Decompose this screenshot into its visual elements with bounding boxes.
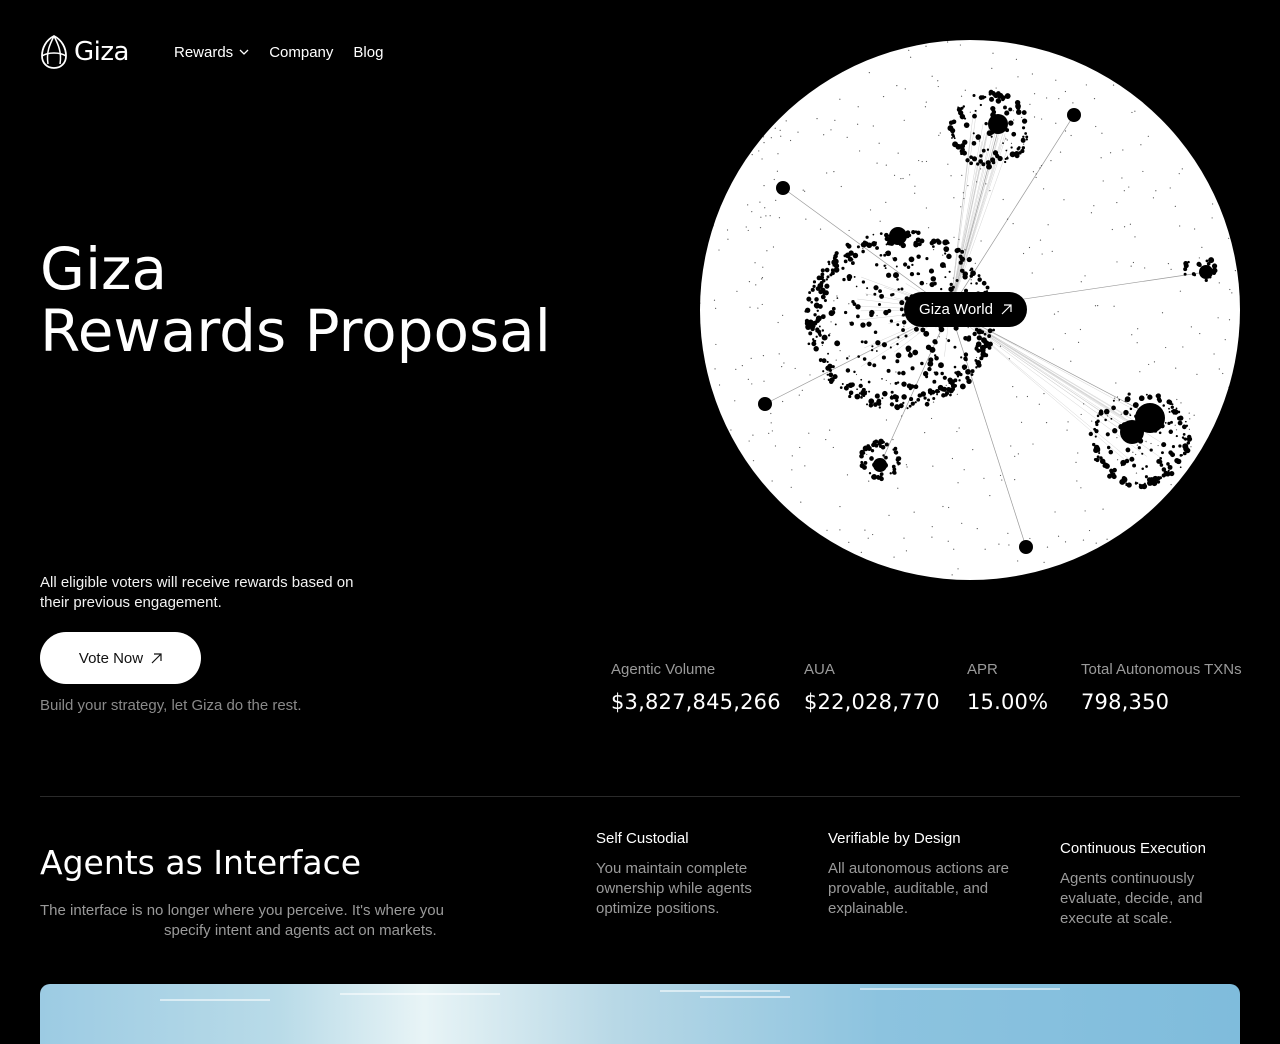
vote-now-button[interactable]: Vote Now	[40, 632, 201, 684]
feature-title: Continuous Execution	[1060, 840, 1206, 857]
nav-item-label: Rewards	[174, 44, 234, 61]
agents-title: Agents as Interface	[40, 843, 362, 882]
agents-desc-line2: specify intent and agents act on markets…	[164, 922, 437, 939]
feature-continuous-execution: Continuous Execution Agents continuously…	[1060, 840, 1250, 929]
hero-title-line2: Rewards Proposal	[40, 297, 551, 365]
stat-value: $3,827,845,266	[611, 690, 781, 714]
feature-self-custodial: Self Custodial You maintain complete own…	[596, 830, 786, 919]
stat-value: $22,028,770	[804, 690, 940, 714]
feature-text: Agents continuously evaluate, decide, an…	[1060, 870, 1203, 927]
vote-now-label: Vote Now	[78, 649, 144, 667]
feature-title: Verifiable by Design	[828, 830, 961, 847]
agents-desc-line1: The interface is no longer where you per…	[40, 902, 444, 919]
brand-name: Giza	[74, 37, 129, 67]
stat-total-txns: Total Autonomous TXNs 798,350	[1081, 661, 1242, 714]
hero-title-line1: Giza	[40, 235, 168, 303]
stat-agentic-volume: Agentic Volume $3,827,845,266	[611, 661, 781, 714]
hero-title: Giza Rewards Proposal	[40, 238, 551, 362]
nav-item-company[interactable]: Company	[269, 44, 333, 61]
section-divider	[40, 796, 1240, 797]
giza-world-label: Giza World	[919, 301, 993, 318]
main-nav: Rewards Company Blog	[174, 44, 383, 61]
nav-item-blog[interactable]: Blog	[353, 44, 383, 61]
feature-text: You maintain complete ownership while ag…	[596, 860, 752, 917]
brand-logo[interactable]: Giza	[40, 34, 129, 70]
stat-aua: AUA $22,028,770	[804, 661, 940, 714]
stat-label: AUA	[804, 661, 835, 678]
arrow-up-right-icon	[1001, 304, 1012, 315]
feature-verifiable: Verifiable by Design All autonomous acti…	[828, 830, 1018, 919]
giza-logo-icon	[41, 34, 67, 69]
nav-item-label: Blog	[353, 44, 384, 61]
feature-text: All autonomous actions are provable, aud…	[828, 860, 1009, 917]
stat-label: Total Autonomous TXNs	[1081, 661, 1242, 678]
agents-description: The interface is no longer where you per…	[40, 901, 450, 941]
hero-subtitle: All eligible voters will receive rewards…	[40, 574, 354, 611]
nav-item-label: Company	[269, 44, 334, 61]
arrow-up-right-icon	[151, 652, 162, 663]
stat-value: 798,350	[1081, 690, 1170, 714]
stat-label: APR	[967, 661, 998, 678]
giza-world-button[interactable]: Giza World	[904, 292, 1027, 327]
stat-label: Agentic Volume	[611, 661, 716, 678]
chevron-down-icon	[239, 49, 249, 55]
hero-banner-image	[40, 984, 1240, 1044]
nav-item-rewards[interactable]: Rewards	[174, 44, 249, 61]
stat-apr: APR 15.00%	[967, 661, 1048, 714]
stat-value: 15.00%	[967, 690, 1049, 714]
feature-title: Self Custodial	[596, 830, 689, 847]
build-tagline: Build your strategy, let Giza do the res…	[40, 697, 302, 714]
